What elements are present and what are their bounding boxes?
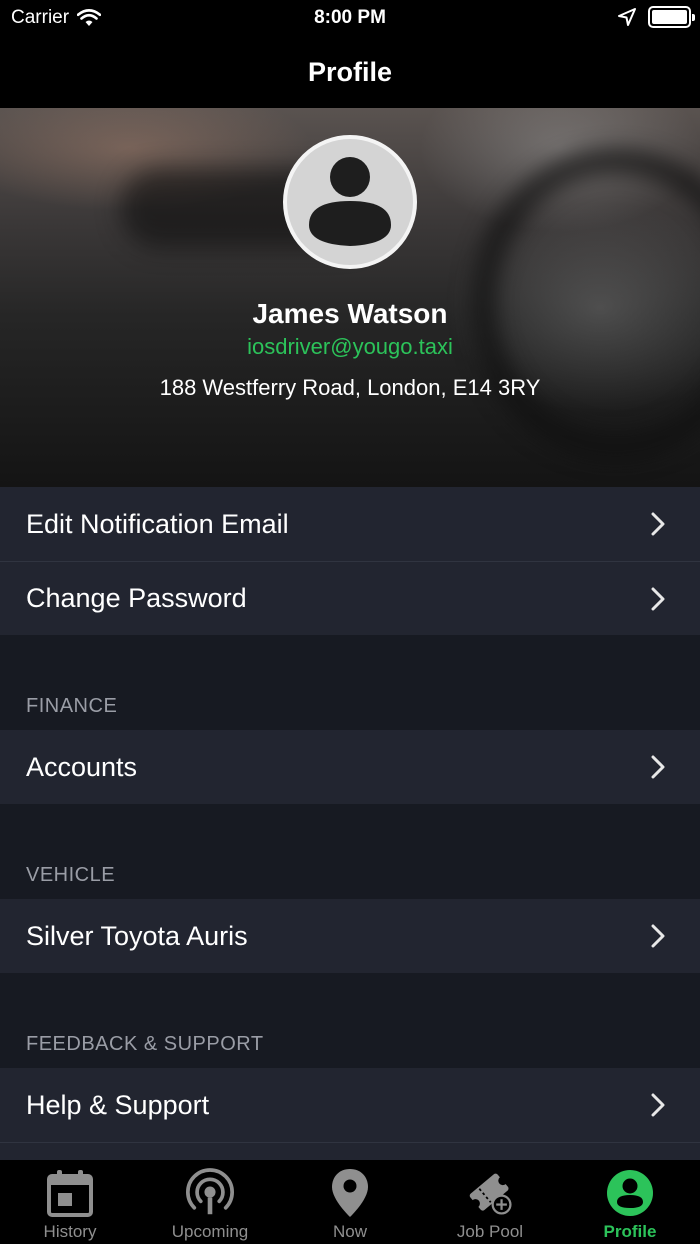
accounts-row[interactable]: Accounts xyxy=(0,730,700,804)
avatar[interactable] xyxy=(283,135,417,269)
broadcast-icon xyxy=(186,1168,234,1218)
profile-icon xyxy=(606,1168,654,1218)
person-placeholder-icon xyxy=(309,157,391,246)
navigation-bar: Profile xyxy=(0,36,700,108)
calendar-icon xyxy=(46,1168,94,1218)
page-title: Profile xyxy=(307,56,393,87)
row-label: Edit Notification Email xyxy=(26,508,289,539)
status-right xyxy=(618,6,695,28)
tab-label: Job Pool xyxy=(456,1222,524,1241)
chevron-right-icon xyxy=(651,755,665,779)
support-section-header: FEEDBACK & SUPPORT xyxy=(0,973,700,1068)
row-label: Help & Support xyxy=(26,1089,210,1120)
help-support-row[interactable]: Help & Support xyxy=(0,1068,700,1142)
location-pin-icon xyxy=(326,1168,374,1218)
profile-name: James Watson xyxy=(252,298,448,329)
status-bar: Carrier 8:00 PM xyxy=(0,0,700,36)
row-label: Silver Toyota Auris xyxy=(26,920,248,951)
profile-email: iosdriver@yougo.taxi xyxy=(247,334,453,359)
section-header-label: FINANCE xyxy=(26,695,118,717)
tab-label: Now xyxy=(332,1222,367,1241)
tab-job-pool[interactable]: Job Pool xyxy=(420,1160,560,1244)
profile-header: James Watson iosdriver@yougo.taxi 188 We… xyxy=(0,108,700,487)
vehicle-section-header: VEHICLE xyxy=(0,804,700,899)
tab-bar: History Upcoming Now Job Pool Profile xyxy=(0,1160,700,1244)
tab-now[interactable]: Now xyxy=(280,1160,420,1244)
profile-address: 188 Westferry Road, London, E14 3RY xyxy=(159,375,541,400)
vehicle-row[interactable]: Silver Toyota Auris xyxy=(0,899,700,973)
change-password-row[interactable]: Change Password xyxy=(0,561,700,635)
tab-history[interactable]: History xyxy=(0,1160,140,1244)
chevron-right-icon xyxy=(651,587,665,611)
battery-icon xyxy=(648,6,695,28)
finance-section-header: FINANCE xyxy=(0,635,700,730)
chevron-right-icon xyxy=(651,924,665,948)
chevron-right-icon xyxy=(651,512,665,536)
section-header-label: FEEDBACK & SUPPORT xyxy=(26,1033,264,1055)
status-time: 8:00 PM xyxy=(314,7,386,28)
location-arrow-icon xyxy=(618,8,636,26)
tab-label: Upcoming xyxy=(171,1222,249,1241)
chevron-right-icon xyxy=(651,1093,665,1117)
tab-label: History xyxy=(43,1222,97,1241)
tab-label: Profile xyxy=(603,1222,657,1241)
edit-notification-email-row[interactable]: Edit Notification Email xyxy=(0,487,700,561)
section-header-label: VEHICLE xyxy=(26,864,116,886)
tab-profile[interactable]: Profile xyxy=(560,1160,700,1244)
ticket-add-icon xyxy=(466,1168,514,1218)
settings-list: Edit Notification Email Change Password … xyxy=(0,487,700,1216)
row-label: Accounts xyxy=(26,751,138,782)
row-label: Change Password xyxy=(26,583,247,613)
tab-upcoming[interactable]: Upcoming xyxy=(140,1160,280,1244)
